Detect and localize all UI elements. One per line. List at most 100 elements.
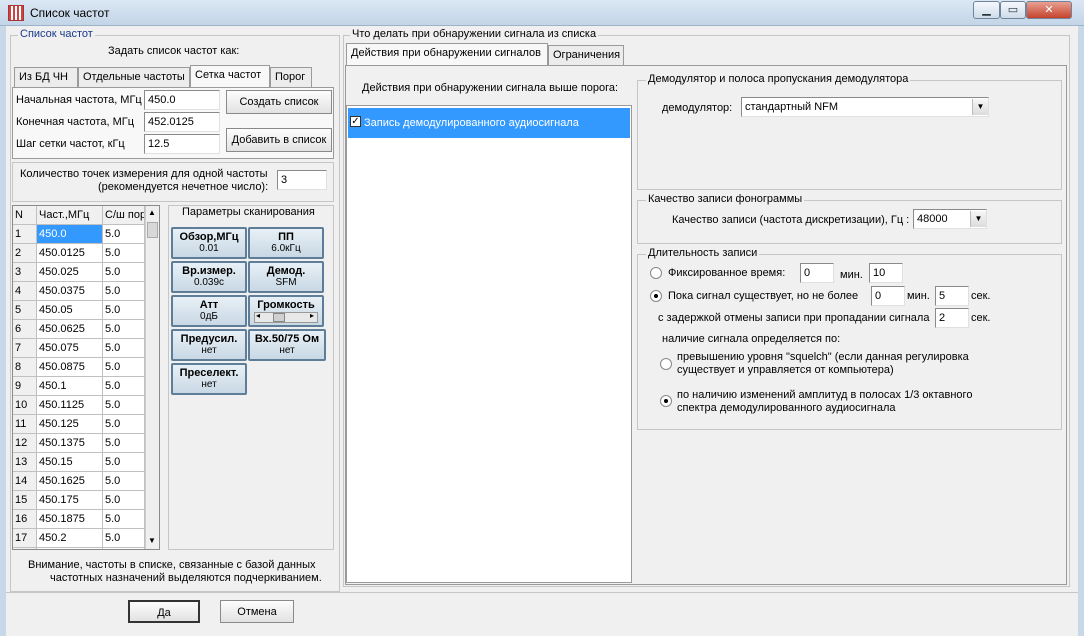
tab-frequency-grid[interactable]: Сетка частот	[190, 65, 270, 87]
grid-header-frequency[interactable]: Част.,МГц	[37, 206, 103, 225]
while-min-input[interactable]: 0	[871, 286, 905, 306]
volume-control[interactable]: Громкость ◂ ▸	[248, 295, 324, 327]
scroll-thumb[interactable]	[147, 222, 158, 238]
maximize-button[interactable]: ▭	[1000, 1, 1026, 19]
volume-slider[interactable]: ◂ ▸	[254, 311, 318, 323]
grid-cell-n[interactable]: 14	[13, 472, 37, 491]
grid-cell-snr[interactable]: 5.0	[103, 358, 145, 377]
grid-cell-frequency[interactable]: 450.2125	[37, 548, 103, 549]
grid-cell-n[interactable]: 17	[13, 529, 37, 548]
scroll-up-icon[interactable]: ▲	[148, 208, 156, 217]
points-input[interactable]: 3	[277, 170, 327, 190]
grid-cell-frequency[interactable]: 450.1125	[37, 396, 103, 415]
radio-while-signal[interactable]	[650, 290, 662, 302]
tab-detection-actions[interactable]: Действия при обнаружении сигналов	[346, 43, 548, 65]
grid-cell-n[interactable]: 4	[13, 282, 37, 301]
action-checkbox-icon[interactable]: ✓	[350, 116, 361, 127]
title-bar[interactable]: Список частот ▁ ▭ ✕	[0, 0, 1084, 26]
demodulator-select[interactable]: стандартный NFM ▼	[741, 97, 989, 117]
grid-cell-frequency[interactable]: 450.0875	[37, 358, 103, 377]
grid-cell-snr[interactable]: 5.0	[103, 510, 145, 529]
end-frequency-input[interactable]: 452.0125	[144, 112, 220, 132]
grid-cell-n[interactable]: 6	[13, 320, 37, 339]
grid-cell-snr[interactable]: 5.0	[103, 263, 145, 282]
volume-thumb[interactable]	[273, 313, 285, 322]
grid-cell-snr[interactable]: 5.0	[103, 415, 145, 434]
tab-from-db[interactable]: Из БД ЧН	[14, 67, 78, 87]
grid-cell-n[interactable]: 12	[13, 434, 37, 453]
grid-header-n[interactable]: N	[13, 206, 37, 225]
grid-cell-frequency[interactable]: 450.0	[37, 225, 103, 244]
grid-cell-snr[interactable]: 5.0	[103, 339, 145, 358]
tab-threshold[interactable]: Порог	[270, 67, 312, 87]
grid-cell-n[interactable]: 11	[13, 415, 37, 434]
delay-input[interactable]: 2	[935, 308, 969, 328]
grid-cell-snr[interactable]: 5.0	[103, 434, 145, 453]
grid-cell-snr[interactable]: 5.0	[103, 548, 145, 549]
demod-button[interactable]: Демод. SFM	[248, 261, 324, 293]
ok-button[interactable]: Да	[128, 600, 200, 623]
grid-cell-snr[interactable]: 5.0	[103, 453, 145, 472]
volume-right-icon[interactable]: ▸	[310, 311, 314, 320]
create-list-button[interactable]: Создать список	[226, 90, 332, 114]
grid-cell-snr[interactable]: 5.0	[103, 529, 145, 548]
grid-cell-n[interactable]: 5	[13, 301, 37, 320]
grid-header-snr[interactable]: С/ш пор	[103, 206, 145, 225]
radio-fixed-time[interactable]	[650, 267, 662, 279]
grid-cell-frequency[interactable]: 450.15	[37, 453, 103, 472]
volume-left-icon[interactable]: ◂	[256, 311, 260, 320]
start-frequency-input[interactable]: 450.0	[144, 90, 220, 110]
fixed-min-input[interactable]: 0	[800, 263, 834, 283]
grid-cell-frequency[interactable]: 450.1625	[37, 472, 103, 491]
grid-cell-frequency[interactable]: 450.125	[37, 415, 103, 434]
grid-cell-n[interactable]: 16	[13, 510, 37, 529]
overview-button[interactable]: Обзор,МГц 0.01	[171, 227, 247, 259]
minimize-button[interactable]: ▁	[973, 1, 1000, 19]
grid-cell-snr[interactable]: 5.0	[103, 301, 145, 320]
fixed-sec-input[interactable]: 10	[869, 263, 903, 283]
chevron-down-icon[interactable]: ▼	[972, 99, 988, 115]
radio-squelch[interactable]	[660, 358, 672, 370]
tab-restrictions[interactable]: Ограничения	[548, 45, 624, 65]
chevron-down-icon[interactable]: ▼	[970, 211, 986, 227]
add-to-list-button[interactable]: Добавить в список	[226, 128, 332, 152]
grid-cell-n[interactable]: 18	[13, 548, 37, 549]
grid-cell-frequency[interactable]: 450.025	[37, 263, 103, 282]
grid-cell-frequency[interactable]: 450.1	[37, 377, 103, 396]
grid-cell-n[interactable]: 7	[13, 339, 37, 358]
grid-cell-snr[interactable]: 5.0	[103, 320, 145, 339]
quality-select[interactable]: 48000 ▼	[913, 209, 987, 229]
grid-cell-snr[interactable]: 5.0	[103, 377, 145, 396]
close-button[interactable]: ✕	[1026, 1, 1072, 19]
actions-list[interactable]	[346, 105, 632, 583]
grid-cell-n[interactable]: 10	[13, 396, 37, 415]
cancel-button[interactable]: Отмена	[220, 600, 294, 623]
grid-cell-frequency[interactable]: 450.0125	[37, 244, 103, 263]
grid-cell-frequency[interactable]: 450.0625	[37, 320, 103, 339]
grid-cell-n[interactable]: 13	[13, 453, 37, 472]
grid-cell-frequency[interactable]: 450.05	[37, 301, 103, 320]
grid-scrollbar[interactable]: ▲ ▼	[145, 206, 159, 549]
grid-cell-snr[interactable]: 5.0	[103, 225, 145, 244]
scroll-down-icon[interactable]: ▼	[148, 536, 156, 545]
grid-cell-frequency[interactable]: 450.2	[37, 529, 103, 548]
grid-cell-n[interactable]: 3	[13, 263, 37, 282]
grid-cell-n[interactable]: 2	[13, 244, 37, 263]
step-input[interactable]: 12.5	[144, 134, 220, 154]
input-impedance-button[interactable]: Вх.50/75 Ом нет	[248, 329, 326, 361]
grid-cell-frequency[interactable]: 450.175	[37, 491, 103, 510]
preselector-button[interactable]: Преселект. нет	[171, 363, 247, 395]
attenuator-button[interactable]: Атт 0дБ	[171, 295, 247, 327]
bandwidth-button[interactable]: ПП 6.0кГц	[248, 227, 324, 259]
while-sec-input[interactable]: 5	[935, 286, 969, 306]
grid-cell-n[interactable]: 9	[13, 377, 37, 396]
grid-cell-frequency[interactable]: 450.075	[37, 339, 103, 358]
grid-cell-frequency[interactable]: 450.0375	[37, 282, 103, 301]
preamp-button[interactable]: Предусил. нет	[171, 329, 247, 361]
grid-cell-n[interactable]: 8	[13, 358, 37, 377]
grid-cell-snr[interactable]: 5.0	[103, 396, 145, 415]
grid-cell-n[interactable]: 15	[13, 491, 37, 510]
grid-cell-frequency[interactable]: 450.1375	[37, 434, 103, 453]
grid-cell-snr[interactable]: 5.0	[103, 282, 145, 301]
grid-cell-frequency[interactable]: 450.1875	[37, 510, 103, 529]
